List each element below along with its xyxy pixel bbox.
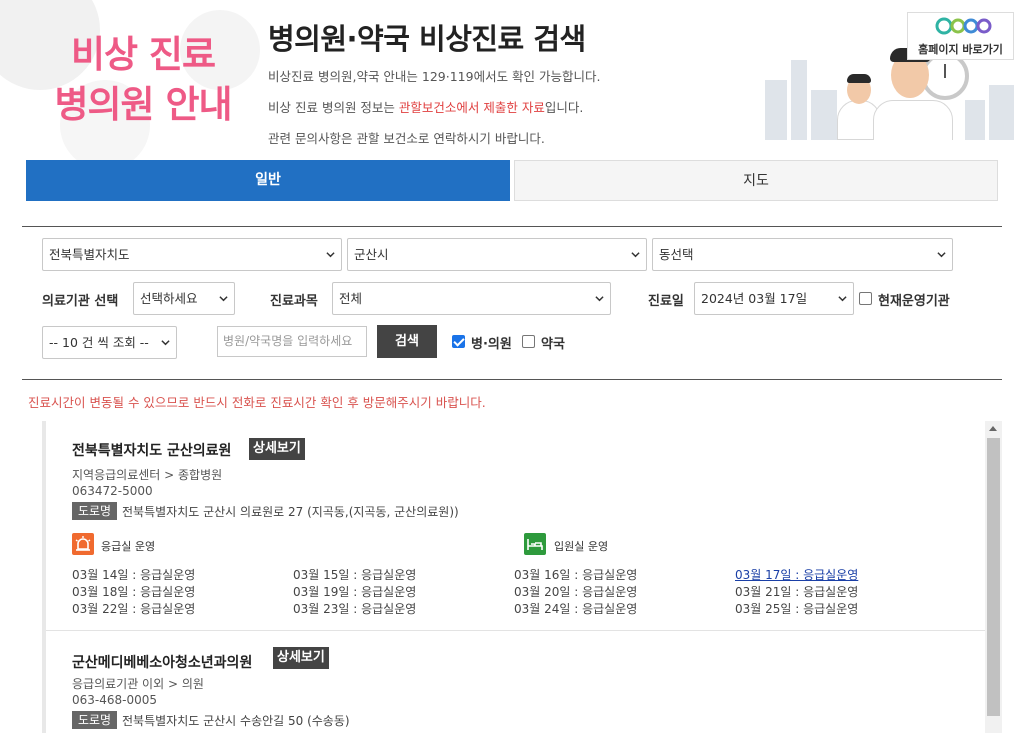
- egen-logo-icon: [935, 17, 992, 35]
- notice-text: 진료시간이 변동될 수 있으므로 반드시 전화로 진료시간 확인 후 방문해주시…: [28, 395, 486, 410]
- hero-banner-title: 비상 진료 병의원 안내: [28, 30, 258, 130]
- result-name: 군산메디베베소아청소년과의원: [72, 655, 253, 671]
- result-phone: 063-468-0005: [72, 693, 158, 707]
- chevron-down-icon: [631, 252, 640, 258]
- open-now-label: 현재운영기관: [878, 294, 950, 309]
- homepage-link[interactable]: 홈페이지 바로가기: [907, 12, 1014, 60]
- dong-select-value: 동선택: [659, 247, 694, 262]
- schedule-day: 03월 23일 : 응급실운영: [293, 602, 417, 616]
- city-select[interactable]: 군산시: [347, 238, 647, 271]
- province-select-value: 전북특별자치도: [49, 247, 130, 262]
- hospital-label: 병·의원: [471, 337, 512, 352]
- results-scrollbar[interactable]: [985, 421, 1002, 733]
- info-line-2: 비상 진료 병의원 정보는 관할보건소에서 제출한 자료입니다.: [268, 97, 583, 116]
- info-line-1: 비상진료 병의원,약국 안내는 129·119에서도 확인 가능합니다.: [268, 69, 601, 84]
- info-line-2-prefix: 비상 진료 병의원 정보는: [268, 100, 399, 115]
- chevron-down-icon: [838, 296, 847, 302]
- tab-map[interactable]: 지도: [514, 160, 998, 201]
- date-label: 진료일: [648, 294, 684, 309]
- pharmacy-label: 약국: [541, 337, 565, 352]
- schedule-day: 03월 16일 : 응급실운영: [514, 568, 638, 582]
- department-label: 진료과목: [270, 294, 318, 309]
- detail-button[interactable]: 상세보기: [273, 647, 329, 669]
- divider: [22, 226, 1002, 227]
- schedule-day: 03월 25일 : 응급실운영: [735, 602, 859, 616]
- search-input[interactable]: 병원/약국명을 입력하세요: [217, 326, 367, 357]
- result-address: 전북특별자치도 군산시 수송안길 50 (수송동): [122, 714, 350, 728]
- search-button[interactable]: 검색: [377, 325, 437, 358]
- schedule-day: 03월 20일 : 응급실운영: [514, 585, 638, 599]
- open-now-checkbox[interactable]: [859, 292, 872, 305]
- info-line-3: 관련 문의사항은 관할 보건소로 연락하시기 바랍니다.: [268, 131, 545, 146]
- chevron-down-icon: [595, 296, 604, 302]
- department-select[interactable]: 전체: [332, 282, 611, 315]
- result-phone: 063472-5000: [72, 484, 153, 498]
- page-header: 비상 진료 병의원 안내 병의원·약국 비상진료 검색 비상진료 병의원,약국 …: [0, 0, 1014, 170]
- province-select[interactable]: 전북특별자치도: [42, 238, 342, 271]
- city-select-value: 군산시: [354, 247, 389, 262]
- page-title: 병의원·약국 비상진료 검색: [268, 22, 586, 56]
- result-separator: [46, 630, 985, 631]
- detail-button[interactable]: 상세보기: [249, 438, 305, 460]
- schedule-day: 03월 21일 : 응급실운영: [735, 585, 859, 599]
- road-address-tag: 도로명: [72, 711, 117, 729]
- info-line-2-highlight: 관할보건소에서 제출한 자료: [398, 100, 545, 115]
- hero-line-2: 병의원 안내: [54, 83, 232, 126]
- schedule-day: 03월 24일 : 응급실운영: [514, 602, 638, 616]
- page-size-select[interactable]: -- 10 건 씩 조회 --: [42, 326, 177, 359]
- date-value: 2024년 03월 17일: [701, 291, 808, 306]
- pharmacy-checkbox[interactable]: [522, 335, 535, 348]
- department-value: 전체: [339, 291, 363, 306]
- schedule-day: 03월 22일 : 응급실운영: [72, 602, 196, 616]
- scroll-thumb[interactable]: [987, 438, 1000, 716]
- page-size-value: -- 10 건 씩 조회 --: [49, 335, 149, 350]
- result-category: 지역응급의료센터 > 종합병원: [72, 468, 223, 482]
- result-address: 전북특별자치도 군산시 의료원로 27 (지곡동,(지곡동, 군산의료원)): [122, 505, 459, 519]
- emergency-siren-icon: [72, 533, 94, 555]
- bed-icon: [524, 533, 546, 555]
- chevron-down-icon: [937, 252, 946, 258]
- facility-type-label: 의료기관 선택: [42, 294, 119, 309]
- info-line-2-suffix: 입니다.: [544, 100, 584, 115]
- chevron-down-icon: [161, 340, 170, 346]
- facility-type-value: 선택하세요: [140, 291, 198, 306]
- doctor-large: [873, 100, 953, 140]
- scroll-up-arrow-icon[interactable]: [989, 426, 997, 431]
- schedule-day-today[interactable]: 03월 17일 : 응급실운영: [735, 566, 858, 583]
- chevron-down-icon: [326, 252, 335, 258]
- chevron-down-icon: [219, 296, 228, 302]
- result-name: 전북특별자치도 군산의료원: [72, 443, 232, 459]
- homepage-link-label: 홈페이지 바로가기: [918, 43, 1003, 56]
- tab-general[interactable]: 일반: [26, 160, 510, 201]
- schedule-day: 03월 15일 : 응급실운영: [293, 568, 417, 582]
- divider: [22, 379, 1002, 380]
- schedule-day: 03월 14일 : 응급실운영: [72, 568, 196, 582]
- result-category: 응급의료기관 이외 > 의원: [72, 677, 204, 691]
- er-label: 응급실 운영: [101, 540, 156, 553]
- ward-label: 입원실 운영: [554, 540, 609, 553]
- road-address-tag: 도로명: [72, 502, 117, 520]
- date-select[interactable]: 2024년 03월 17일: [694, 282, 854, 315]
- facility-type-select[interactable]: 선택하세요: [133, 282, 235, 315]
- dong-select[interactable]: 동선택: [652, 238, 953, 271]
- hero-line-1: 비상 진료: [70, 33, 216, 76]
- schedule-day: 03월 19일 : 응급실운영: [293, 585, 417, 599]
- hospital-checkbox[interactable]: [452, 335, 465, 348]
- schedule-day: 03월 18일 : 응급실운영: [72, 585, 196, 599]
